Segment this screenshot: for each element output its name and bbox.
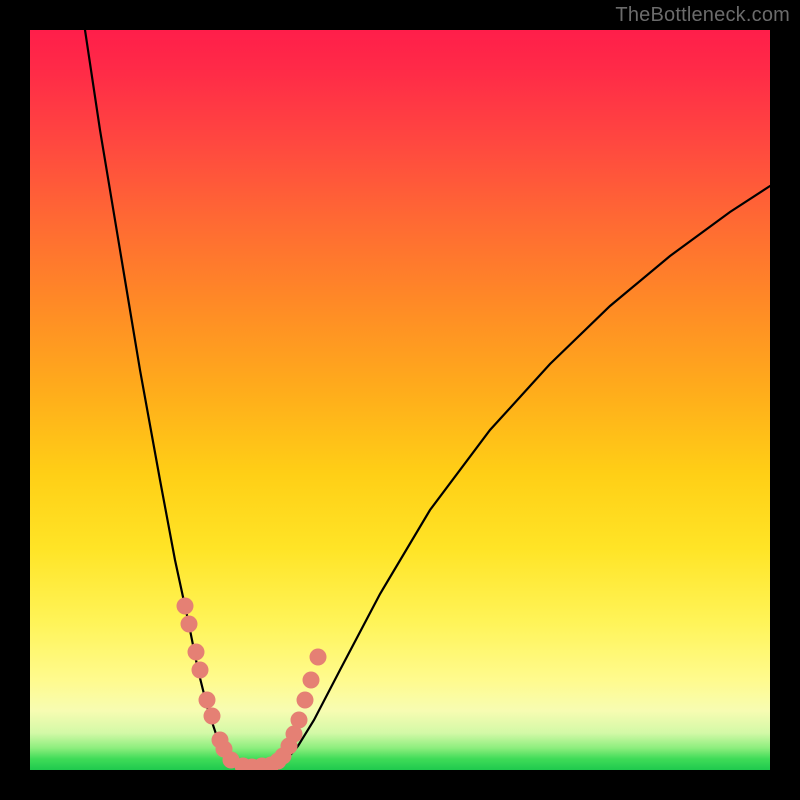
- data-point: [188, 644, 205, 661]
- data-point: [177, 598, 194, 615]
- data-point: [310, 649, 327, 666]
- data-point: [204, 708, 221, 725]
- outer-frame: TheBottleneck.com: [0, 0, 800, 800]
- chart-svg: [30, 30, 770, 770]
- data-point: [303, 672, 320, 689]
- data-point: [297, 692, 314, 709]
- data-point: [192, 662, 209, 679]
- bottleneck-curve: [85, 30, 770, 768]
- plot-area: [30, 30, 770, 770]
- data-point: [199, 692, 216, 709]
- dots-group: [177, 598, 327, 771]
- watermark-text: TheBottleneck.com: [615, 4, 790, 27]
- data-point: [181, 616, 198, 633]
- curve-group: [85, 30, 770, 768]
- data-point: [291, 712, 308, 729]
